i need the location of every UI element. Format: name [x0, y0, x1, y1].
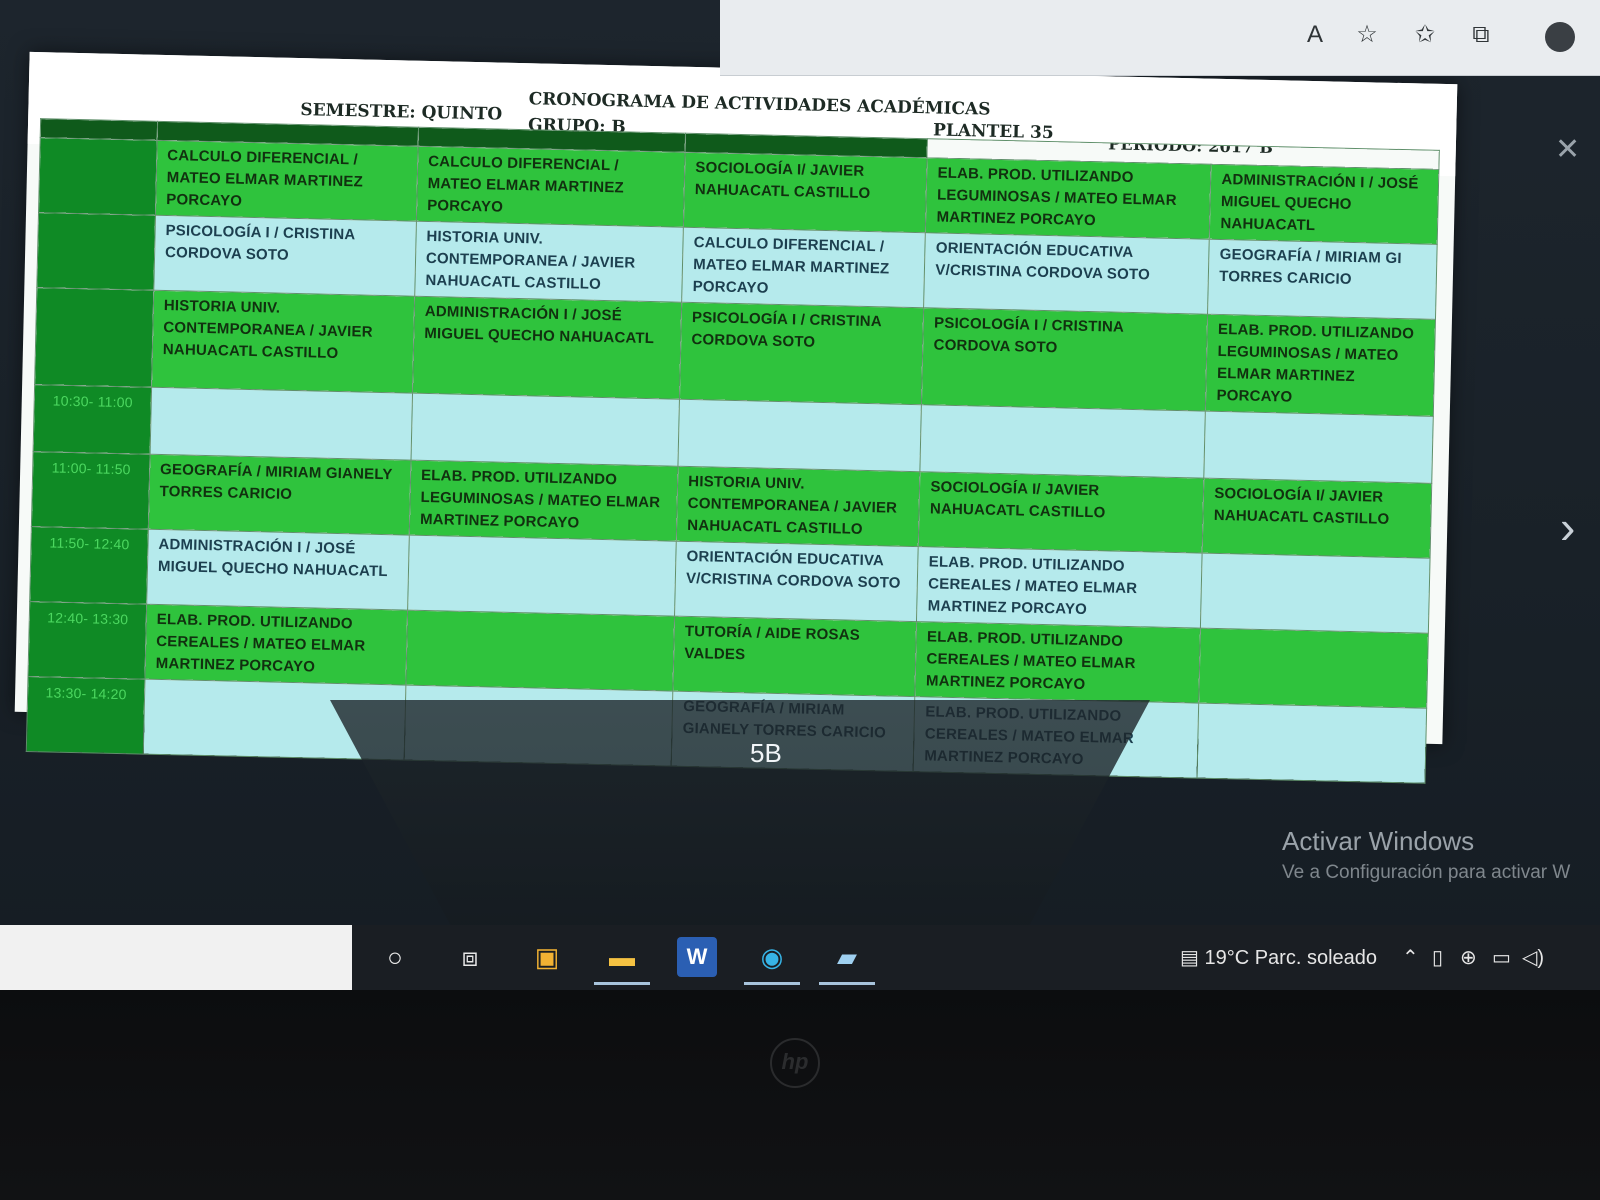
schedule-cell: SOCIOLOGÍA I/ JAVIER NAHUACATL CASTILLO [683, 152, 928, 233]
volume-icon[interactable]: ◁) [1522, 945, 1544, 970]
schedule-cell: CALCULO DIFERENCIAL / MATEO ELMAR MARTIN… [155, 140, 419, 222]
battery-icon[interactable]: ▯ [1432, 945, 1443, 970]
schedule-cell: GEOGRAFÍA / MIRIAM GI TORRES CARICIO [1207, 239, 1438, 320]
news-icon: ▤ [1180, 947, 1199, 969]
schedule-cell: ELAB. PROD. UTILIZANDO CEREALES / MATEO … [144, 604, 408, 686]
time-slot: 11:50- 12:40 [29, 526, 149, 605]
schedule-cell [1199, 628, 1429, 709]
schedule-sheet: SEMESTRE: QUINTO CRONOGRAMA DE ACTIVIDAD… [14, 51, 1458, 784]
image-caption: 5B [750, 738, 782, 768]
schedule-cell: TUTORÍA / AIDE ROSAS VALDES [673, 616, 917, 697]
store-icon[interactable]: ▣ [527, 937, 567, 977]
schedule-table: PERIODO: 2017 B CALCULO DIFERENCIAL / MA… [26, 118, 1440, 784]
keyboard-icon[interactable]: ▭ [1492, 945, 1511, 970]
schedule-cell: SOCIOLOGÍA I/ JAVIER NAHUACATL CASTILLO [918, 471, 1205, 554]
weather-text: 19°C Parc. soleado [1204, 947, 1378, 969]
laptop-bezel [0, 990, 1600, 1200]
activation-watermark-title: Activar Windows [1282, 826, 1475, 856]
schedule-cell: SOCIOLOGÍA I/ JAVIER NAHUACATL CASTILLO [1202, 478, 1432, 559]
schedule-cell: ORIENTACIÓN EDUCATIVA V/CRISTINA CORDOVA… [923, 232, 1210, 315]
photo-viewer: SEMESTRE: QUINTO CRONOGRAMA DE ACTIVIDAD… [0, 0, 1600, 940]
time-slot [34, 287, 154, 388]
schedule-cell: ADMINISTRACIÓN I / JOSÉ MIGUEL QUECHO NA… [146, 529, 410, 611]
schedule-cell [678, 399, 922, 472]
schedule-cell: GEOGRAFÍA / MIRIAM GIANELY TORRES CARICI… [148, 454, 411, 536]
activation-watermark-subtitle: Ve a Configuración para activar W [1282, 862, 1571, 883]
cortana-icon[interactable]: ○ [375, 937, 415, 977]
schedule-title: CRONOGRAMA DE ACTIVIDADES ACADÉMICAS [528, 89, 991, 120]
weather-widget[interactable]: ▤ 19°C Parc. soleado [1180, 945, 1377, 970]
schedule-cell: PSICOLOGÍA I / CRISTINA CORDOVA SOTO [921, 307, 1208, 412]
profile-avatar[interactable] [1545, 22, 1575, 52]
schedule-cell: ELAB. PROD. UTILIZANDO LEGUMINOSAS / MAT… [409, 460, 679, 542]
schedule-cell [1197, 703, 1427, 784]
schedule-cell [405, 610, 675, 692]
word-icon[interactable]: W [677, 937, 717, 977]
schedule-cell: ADMINISTRACIÓN I / JOSÉ MIGUEL QUECHO NA… [412, 296, 682, 400]
schedule-cell [1204, 411, 1434, 484]
schedule-cell: ORIENTACIÓN EDUCATIVA V/CRISTINA CORDOVA… [674, 541, 919, 622]
globe-icon[interactable]: ⊕ [1460, 945, 1477, 970]
time-slot [36, 212, 156, 291]
chevron-up-icon[interactable]: ⌃ [1402, 945, 1419, 970]
semestre-label: SEMESTRE: QUINTO [300, 100, 503, 125]
schedule-cell: CALCULO DIFERENCIAL / MATEO ELMAR MARTIN… [416, 146, 686, 228]
schedule-cell [149, 387, 413, 461]
schedule-cell: CALCULO DIFERENCIAL / MATEO ELMAR MARTIN… [681, 227, 926, 308]
hp-logo: hp [770, 1038, 820, 1088]
add-favorite-icon[interactable]: ☆ [1352, 20, 1382, 50]
schedule-cell [407, 535, 677, 617]
schedule-cell: HISTORIA UNIV. CONTEMPORANEA / JAVIER NA… [151, 290, 415, 394]
browser-toolbar: A ☆ ✩ ⧉ [720, 0, 1600, 76]
time-slot: 12:40- 13:30 [27, 601, 147, 680]
task-view-icon[interactable]: ⧈ [450, 937, 490, 977]
schedule-cell: PSICOLOGÍA I / CRISTINA CORDOVA SOTO [679, 302, 924, 405]
collections-icon[interactable]: ⧉ [1466, 20, 1496, 50]
time-slot [38, 137, 158, 216]
schedule-cell: ELAB. PROD. UTILIZANDO CEREALES / MATEO … [916, 546, 1203, 629]
reflection [330, 700, 1150, 930]
next-arrow-icon[interactable]: › [1560, 500, 1575, 554]
schedule-cell: HISTORIA UNIV. CONTEMPORANEA / JAVIER NA… [414, 221, 684, 303]
close-icon[interactable]: ✕ [1555, 132, 1580, 167]
favorites-icon[interactable]: ✩ [1410, 20, 1440, 50]
schedule-cell: ELAB. PROD. UTILIZANDO CEREALES / MATEO … [915, 621, 1201, 704]
schedule-cell [920, 404, 1206, 479]
schedule-cell: ELAB. PROD. UTILIZANDO LEGUMINOSAS / MAT… [1205, 314, 1436, 417]
edge-icon[interactable]: ◉ [744, 937, 800, 985]
file-explorer-icon[interactable]: ▬ [594, 937, 650, 985]
schedule-cell: PSICOLOGÍA I / CRISTINA CORDOVA SOTO [153, 215, 417, 297]
schedule-cell: ELAB. PROD. UTILIZANDO LEGUMINOSAS / MAT… [925, 157, 1212, 240]
time-slot: 13:30- 14:20 [26, 676, 145, 755]
read-aloud-icon[interactable]: A [1300, 20, 1330, 50]
taskbar: ○ ⧈ ▣ ▬ W ◉ ▰ ▤ 19°C Parc. soleado ⌃ ▯ ⊕… [0, 925, 1600, 990]
taskbar-search-box[interactable] [0, 925, 352, 990]
schedule-cell [1200, 553, 1431, 634]
schedule-cell: HISTORIA UNIV. CONTEMPORANEA / JAVIER NA… [676, 466, 921, 547]
schedule-cell: ADMINISTRACIÓN I / JOSÉ MIGUEL QUECHO NA… [1209, 164, 1439, 245]
photos-icon[interactable]: ▰ [819, 937, 875, 985]
schedule-cell [410, 393, 680, 467]
time-slot: 11:00- 11:50 [31, 451, 150, 530]
time-slot: 10:30- 11:00 [33, 384, 152, 455]
